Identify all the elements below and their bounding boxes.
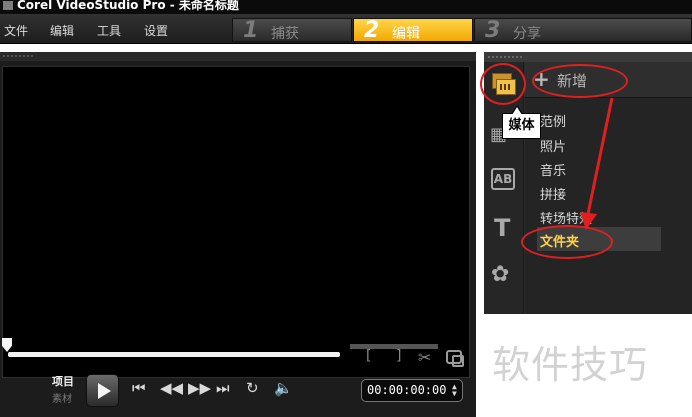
watermark-text: 软件技巧: [492, 343, 649, 387]
